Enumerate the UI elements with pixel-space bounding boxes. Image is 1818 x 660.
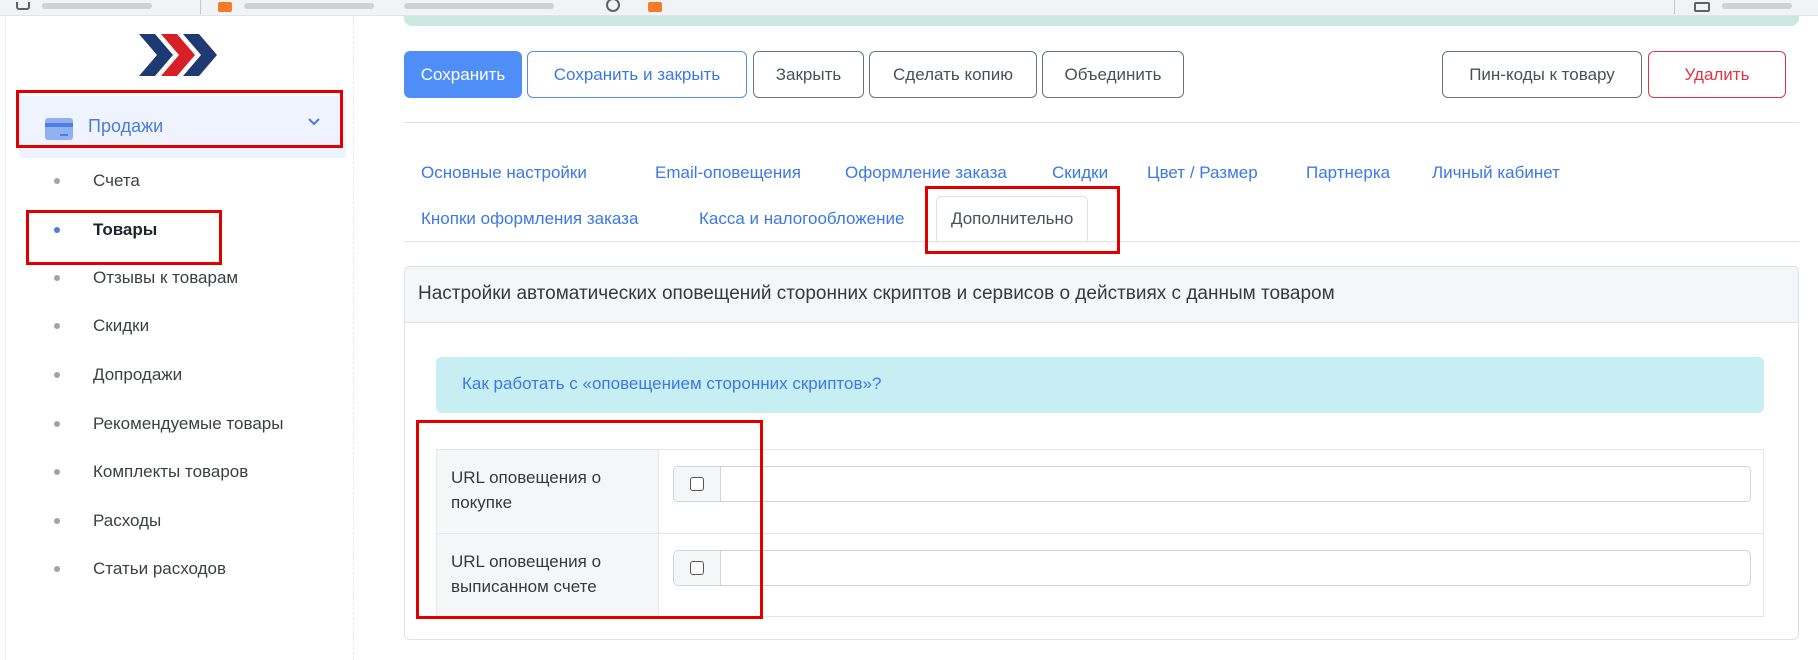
bullet-icon <box>54 227 60 233</box>
checkbox-addon <box>674 467 721 501</box>
sidebar-item-label: Счета <box>93 171 140 190</box>
notifications-card: Настройки автоматических оповещений стор… <box>404 266 1799 640</box>
purchase-url-input[interactable] <box>722 467 1750 501</box>
tab-additional[interactable]: Дополнительно <box>936 196 1089 242</box>
delete-button[interactable]: Удалить <box>1648 51 1786 98</box>
merge-button[interactable]: Объединить <box>1042 51 1184 98</box>
table-row: URL оповещения о выписанном счете <box>437 534 1763 618</box>
folder-icon[interactable] <box>1694 2 1710 12</box>
save-and-close-button[interactable]: Сохранить и закрыть <box>527 51 747 98</box>
sidebar-item-bundles[interactable]: Комплекты товаров <box>6 452 346 492</box>
success-alert-edge <box>404 16 1799 26</box>
main-content: Сохранить Сохранить и закрыть Закрыть Сд… <box>354 16 1818 660</box>
bullet-icon <box>54 421 60 427</box>
tab-main-settings[interactable]: Основные настройки <box>407 150 601 196</box>
table-row: URL оповещения о покупке <box>437 450 1763 534</box>
sidebar-item-label: Статьи расходов <box>93 559 227 578</box>
tab-cashbox-taxes[interactable]: Касса и налогообложение <box>685 196 918 242</box>
sidebar-item-upsells[interactable]: Допродажи <box>6 355 346 395</box>
chevron-down-icon <box>306 114 322 135</box>
sidebar-item-label: Расходы <box>93 511 162 530</box>
bullet-icon <box>54 469 60 475</box>
tabs-bottom-border <box>404 241 1799 242</box>
tab-checkout-buttons[interactable]: Кнопки оформления заказа <box>407 196 652 242</box>
save-button[interactable]: Сохранить <box>404 51 522 98</box>
bookmark-icon[interactable] <box>16 2 30 10</box>
bullet-icon <box>54 323 60 329</box>
chevrons-logo[interactable] <box>139 30 221 80</box>
bullet-icon <box>54 275 60 281</box>
tab-checkout-design[interactable]: Оформление заказа <box>831 150 1021 196</box>
close-button[interactable]: Закрыть <box>753 51 864 98</box>
sidebar-item-discounts[interactable]: Скидки <box>6 306 346 346</box>
checkbox-addon <box>674 551 721 585</box>
tab-email-notifications[interactable]: Email-оповещения <box>641 150 815 196</box>
bookmark-favicon-icon[interactable] <box>218 2 232 12</box>
purchase-url-checkbox[interactable] <box>690 477 704 491</box>
sidebar-item-label: Товары <box>93 220 158 239</box>
card-title: Настройки автоматических оповещений стор… <box>418 283 1335 304</box>
divider <box>1674 0 1675 14</box>
sidebar-item-expense-items[interactable]: Статьи расходов <box>6 549 346 589</box>
sidebar-item-label: Комплекты товаров <box>93 462 249 481</box>
divider <box>404 122 1799 123</box>
bookmark-label-cropped[interactable] <box>42 3 152 9</box>
purchase-url-label: URL оповещения о покупке <box>451 468 602 512</box>
bullet-icon <box>54 372 60 378</box>
sidebar-item-invoices[interactable]: Счета <box>6 161 346 201</box>
invoice-url-checkbox[interactable] <box>690 561 704 575</box>
bullet-icon <box>54 178 60 184</box>
bullet-icon <box>54 518 60 524</box>
invoice-url-label: URL оповещения о выписанном счете <box>451 552 602 596</box>
bookmark-label-cropped[interactable] <box>244 3 374 9</box>
sidebar-item-label: Рекомендуемые товары <box>93 414 284 433</box>
bookmark-favicon-icon[interactable] <box>648 2 662 12</box>
pin-codes-button[interactable]: Пин-коды к товару <box>1442 51 1642 98</box>
globe-icon[interactable] <box>606 0 620 12</box>
tab-color-size[interactable]: Цвет / Размер <box>1133 150 1272 196</box>
row-label-cell: URL оповещения о покупке <box>437 450 659 533</box>
card-header: Настройки автоматических оповещений стор… <box>405 267 1798 323</box>
info-alert: Как работать с «оповещением сторонних ск… <box>436 357 1764 413</box>
sidebar: Продажи Счета Товары Отзывы к товарам Ск… <box>5 16 354 660</box>
invoice-url-input[interactable] <box>722 551 1750 585</box>
sidebar-section-label: Продажи <box>88 116 164 136</box>
sidebar-item-label: Отзывы к товарам <box>93 268 239 287</box>
divider <box>200 0 201 14</box>
sidebar-item-recommended[interactable]: Рекомендуемые товары <box>6 404 346 444</box>
sidebar-item-label: Допродажи <box>93 365 183 384</box>
copy-button[interactable]: Сделать копию <box>869 51 1037 98</box>
purchase-url-input-group <box>673 466 1751 502</box>
invoice-url-input-group <box>673 550 1751 586</box>
browser-bookmarks-bar <box>0 0 1818 16</box>
tab-discounts[interactable]: Скидки <box>1038 150 1122 196</box>
sidebar-section-sales[interactable]: Продажи <box>19 96 346 158</box>
sidebar-item-products[interactable]: Товары <box>6 210 346 250</box>
tab-personal-account[interactable]: Личный кабинет <box>1418 150 1574 196</box>
bullet-icon <box>54 566 60 572</box>
sidebar-item-label: Скидки <box>93 316 150 335</box>
credit-card-icon <box>45 118 73 140</box>
sidebar-item-reviews[interactable]: Отзывы к товарам <box>6 258 346 298</box>
bookmark-label-cropped[interactable] <box>404 3 554 9</box>
help-link[interactable]: Как работать с «оповещением сторонних ск… <box>462 374 881 394</box>
notification-urls-table: URL оповещения о покупке URL оповещения … <box>436 449 1764 618</box>
row-label-cell: URL оповещения о выписанном счете <box>437 534 659 618</box>
bookmark-label-cropped[interactable] <box>1722 3 1792 9</box>
tab-affiliate[interactable]: Партнерка <box>1292 150 1404 196</box>
sidebar-item-expenses[interactable]: Расходы <box>6 501 346 541</box>
